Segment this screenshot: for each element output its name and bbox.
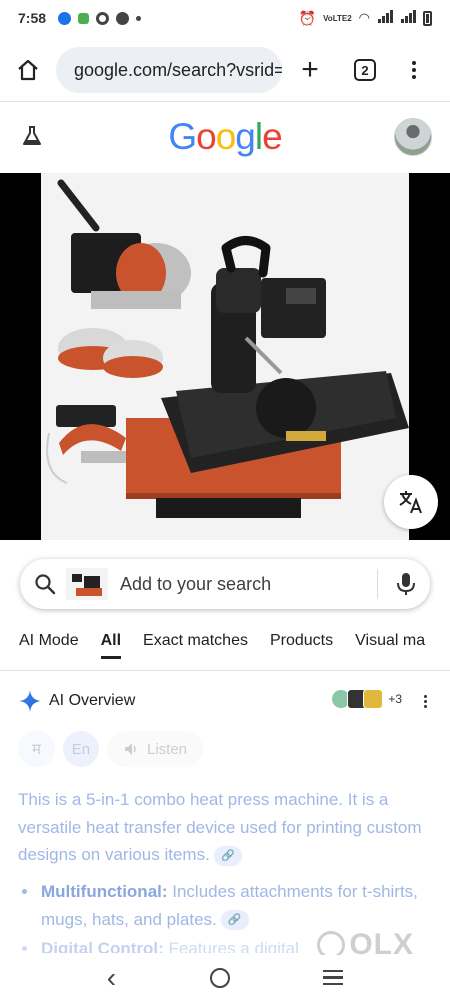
tab-all[interactable]: All — [100, 627, 122, 659]
bullet-dot — [22, 889, 27, 894]
tabs-divider — [0, 670, 450, 671]
battery-icon — [423, 10, 432, 26]
alarm-icon: ⏰ — [298, 9, 317, 26]
logo-letter: o — [196, 116, 217, 157]
ai-overview-menu-button[interactable] — [424, 695, 427, 708]
home-button[interactable] — [0, 44, 56, 96]
heat-press-machine-image — [46, 179, 409, 518]
listen-button[interactable]: Listen — [106, 731, 204, 767]
browser-menu-button[interactable] — [412, 61, 416, 79]
tab-switcher-button[interactable]: 2 — [354, 59, 376, 81]
toolbar-divider — [0, 101, 450, 102]
notification-icons — [58, 11, 142, 25]
logo-letter: o — [215, 116, 237, 157]
bullet-title: Multifunctional: — [41, 882, 168, 901]
address-bar[interactable]: google.com/search?vsrid= — [56, 47, 282, 93]
ai-overview-controls: म En Listen — [18, 731, 204, 767]
recent-apps-button[interactable] — [323, 969, 344, 986]
home-nav-button[interactable] — [209, 967, 230, 988]
bullet-dot — [22, 946, 27, 951]
search-icon[interactable] — [34, 573, 56, 595]
ai-overview-header: AI Overview +3 — [0, 686, 450, 716]
sync-notification-icon — [96, 11, 110, 25]
logo-letter: e — [262, 116, 283, 157]
search-input[interactable]: Add to your search — [120, 574, 377, 595]
system-icons: ⏰ VoLTE2 ◠ — [299, 10, 432, 27]
logo-letter: G — [168, 116, 197, 157]
chat-notification-icon — [116, 11, 130, 25]
bullet-text: Features a digital — [163, 939, 299, 953]
ai-overview-summary: This is a 5-in-1 combo heat press machin… — [18, 786, 428, 869]
ai-sparkle-icon — [19, 690, 41, 712]
status-bar: 7:58 ⏰ VoLTE2 ◠ — [0, 0, 450, 36]
tab-exact-matches[interactable]: Exact matches — [143, 627, 248, 659]
more-notifications-icon — [136, 15, 142, 21]
logo-letter: l — [254, 116, 263, 157]
search-divider — [377, 569, 378, 599]
signal-2-icon — [400, 10, 416, 26]
language-english-button[interactable]: En — [62, 731, 99, 767]
ai-overview-title: AI Overview — [49, 692, 136, 709]
browser-notification-icon — [58, 11, 72, 25]
google-header: Google — [0, 106, 450, 168]
account-avatar[interactable] — [394, 118, 432, 156]
search-filter-tabs: AI Mode All Exact matches Products Visua… — [0, 627, 450, 667]
new-tab-button[interactable]: + — [298, 53, 322, 87]
search-bar[interactable]: Add to your search — [20, 559, 430, 609]
ai-sources[interactable]: +3 — [331, 689, 402, 709]
url-text: google.com/search?vsrid= — [74, 59, 282, 80]
browser-toolbar: google.com/search?vsrid= + 2 — [0, 44, 450, 96]
source-favicon-3 — [363, 689, 384, 709]
system-navigation-bar: ‹ — [0, 955, 450, 1000]
tab-visual-matches[interactable]: Visual ma — [355, 627, 425, 659]
tab-ai-mode[interactable]: AI Mode — [19, 627, 79, 659]
source-count: +3 — [388, 692, 402, 706]
volte-label: VoLTE2 — [323, 13, 352, 23]
signal-1-icon — [377, 10, 393, 26]
logo-letter: g — [235, 116, 256, 157]
listen-label: Listen — [146, 740, 188, 758]
image-viewer[interactable] — [0, 173, 450, 540]
microphone-icon[interactable] — [396, 572, 416, 596]
speaker-icon — [124, 743, 136, 755]
product-image[interactable] — [41, 173, 409, 540]
tab-products[interactable]: Products — [270, 627, 333, 659]
query-image-thumbnail[interactable] — [66, 568, 108, 600]
translate-icon — [399, 491, 422, 514]
back-button[interactable]: ‹ — [107, 962, 116, 994]
app-notification-icon — [78, 12, 90, 24]
status-time: 7:58 — [18, 10, 47, 26]
link-icon[interactable]: 🔗 — [213, 845, 242, 866]
bullet-title: Digital Control: — [41, 939, 164, 953]
wifi-icon: ◠ — [358, 10, 370, 25]
google-logo[interactable]: Google — [0, 116, 450, 158]
translate-button[interactable] — [384, 475, 438, 529]
home-icon — [18, 59, 38, 81]
link-icon[interactable]: 🔗 — [220, 910, 249, 931]
list-item: Multifunctional: Includes attachments fo… — [22, 878, 432, 933]
language-hindi-button[interactable]: म — [18, 731, 55, 767]
